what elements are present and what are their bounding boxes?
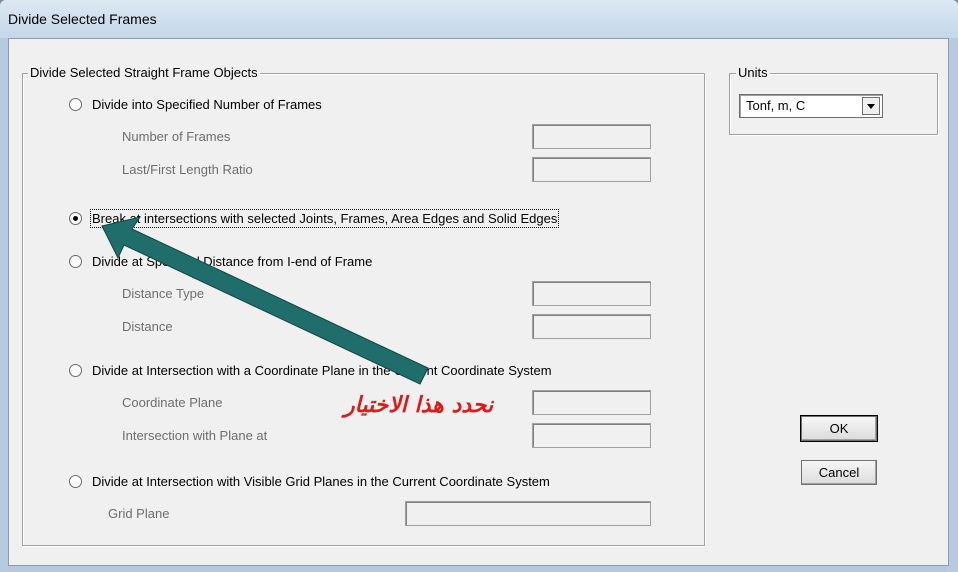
radio-specified-number[interactable]: Divide into Specified Number of Frames [69,97,322,112]
window-border-left [0,38,8,572]
dropdown-button[interactable] [862,97,880,115]
radio-label: Divide at Specified Distance from I-end … [92,254,373,269]
ok-button[interactable]: OK [801,416,877,441]
radio-break-intersections[interactable]: Break at intersections with selected Joi… [69,209,560,228]
window-title: Divide Selected Frames [8,11,157,27]
radio-label: Break at intersections with selected Joi… [89,209,560,228]
radio-button[interactable] [69,255,82,268]
radio-label: Divide at Intersection with Visible Grid… [92,474,550,489]
length-ratio-input[interactable] [532,157,651,182]
annotation-text: نحدد هذا الاختيار [344,392,494,418]
units-dropdown[interactable]: Tonf, m, C [739,94,883,118]
units-selected-value: Tonf, m, C [746,98,806,113]
radio-label: Divide into Specified Number of Frames [92,97,322,112]
radio-button-checked[interactable] [69,212,82,225]
grid-plane-input[interactable] [405,501,651,526]
number-of-frames-input[interactable] [532,124,651,149]
radio-button[interactable] [69,475,82,488]
units-title: Units [736,65,770,80]
distance-type-label: Distance Type [122,286,205,301]
distance-input[interactable] [532,314,651,339]
radio-coordinate-plane[interactable]: Divide at Intersection with a Coordinate… [69,363,552,378]
number-of-frames-label: Number of Frames [122,129,231,144]
distance-type-input[interactable] [532,281,651,306]
group-title: Divide Selected Straight Frame Objects [28,65,260,80]
grid-plane-label: Grid Plane [108,506,170,521]
radio-label: Divide at Intersection with a Coordinate… [92,363,552,378]
radio-button[interactable] [69,98,82,111]
title-bar[interactable]: Divide Selected Frames [0,0,958,38]
dialog-window: Divide Selected Frames Divide Selected S… [0,0,958,572]
distance-label: Distance [122,319,173,334]
radio-specified-distance[interactable]: Divide at Specified Distance from I-end … [69,254,372,269]
coordinate-plane-label: Coordinate Plane [122,395,223,410]
radio-grid-planes[interactable]: Divide at Intersection with Visible Grid… [69,474,550,489]
intersection-plane-input[interactable] [532,423,651,448]
divide-group-box: Divide Selected Straight Frame Objects D… [22,65,705,546]
intersection-plane-label: Intersection with Plane at [122,428,268,443]
cancel-button[interactable]: Cancel [801,460,877,485]
radio-button[interactable] [69,364,82,377]
units-group-box: Units Tonf, m, C [729,65,938,135]
length-ratio-label: Last/First Length Ratio [122,162,253,177]
coordinate-plane-input[interactable] [532,390,651,415]
dialog-client: Divide Selected Straight Frame Objects D… [8,38,949,566]
chevron-down-icon [867,103,875,109]
